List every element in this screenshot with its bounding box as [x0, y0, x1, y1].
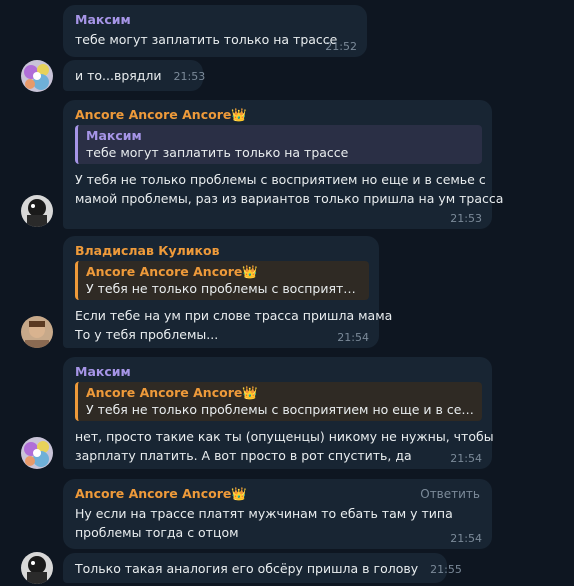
- avatar-vladislav[interactable]: [21, 316, 53, 348]
- avatar-maksim[interactable]: [21, 60, 53, 92]
- sender-name[interactable]: Максим: [75, 363, 482, 380]
- message-bubble[interactable]: Максим тебе могут заплатить только на тр…: [63, 5, 367, 57]
- message-text: Только такая аналогия его обсёру пришла …: [75, 559, 462, 579]
- message-bubble[interactable]: Ancore Ancore Ancore👑 Ответить Ну если н…: [63, 479, 492, 549]
- avatar-ancore[interactable]: [21, 552, 53, 584]
- message-text-content: и то...врядли: [75, 68, 162, 83]
- message-line: У тебя не только проблемы с восприятием …: [75, 172, 486, 187]
- message-line: Ну если на трассе платят мужчинам то еба…: [75, 506, 453, 521]
- reply-quote[interactable]: Максим тебе могут заплатить только на тр…: [75, 125, 482, 164]
- message-text: и то...врядли 21:53: [75, 66, 205, 86]
- sender-name[interactable]: Ancore Ancore Ancore👑: [75, 106, 482, 123]
- message-time: 21:55: [430, 563, 462, 576]
- chat-area[interactable]: Максим тебе могут заплатить только на тр…: [0, 0, 574, 586]
- reply-quote[interactable]: Ancore Ancore Ancore👑 У тебя не только п…: [75, 382, 482, 421]
- message-bubble[interactable]: Только такая аналогия его обсёру пришла …: [63, 553, 462, 583]
- quote-text: У тебя не только проблемы с восприятием.…: [86, 281, 361, 296]
- reply-quote[interactable]: Ancore Ancore Ancore👑 У тебя не только п…: [75, 261, 369, 300]
- message-line: проблемы тогда с отцом: [75, 525, 239, 540]
- sender-name[interactable]: Владислав Куликов: [75, 242, 369, 259]
- message-line: То у тебя проблемы...: [75, 327, 219, 342]
- avatar-image: [21, 195, 53, 227]
- message-time: 21:54: [337, 331, 369, 344]
- message-bubble[interactable]: Ancore Ancore Ancore👑 Максим тебе могут …: [63, 100, 504, 229]
- quote-sender: Ancore Ancore Ancore👑: [86, 385, 258, 400]
- message-text: тебе могут заплатить только на трассе: [75, 30, 357, 49]
- message-bubble[interactable]: Владислав Куликов Ancore Ancore Ancore👑 …: [63, 236, 393, 348]
- message-time: 21:52: [325, 40, 357, 53]
- avatar-maksim[interactable]: [21, 437, 53, 469]
- avatar-image: [21, 552, 53, 584]
- message-bubble[interactable]: Максим Ancore Ancore Ancore👑 У тебя не т…: [63, 357, 494, 469]
- avatar-image: [21, 60, 53, 92]
- message-line: зарплату платить. А вот просто в рот спу…: [75, 448, 412, 463]
- quote-sender: Ancore Ancore Ancore👑: [86, 264, 258, 279]
- message-line: Если тебе на ум при слове трасса пришла …: [75, 308, 393, 323]
- message-time: 21:54: [450, 452, 482, 465]
- quote-sender: Максим: [86, 128, 142, 143]
- sender-name[interactable]: Максим: [75, 11, 357, 28]
- message-time: 21:53: [450, 212, 482, 225]
- reply-button[interactable]: Ответить: [420, 487, 480, 501]
- message-text-content: Только такая аналогия его обсёру пришла …: [75, 561, 419, 576]
- quote-text: тебе могут заплатить только на трассе: [86, 145, 349, 160]
- avatar-image: [21, 316, 53, 348]
- quote-text: У тебя не только проблемы с восприятием …: [86, 402, 474, 417]
- message-line: нет, просто такие как ты (опущенцы) нико…: [75, 429, 494, 444]
- message-time: 21:53: [173, 70, 206, 83]
- message-line: мамой проблемы, раз из вариантов только …: [75, 191, 504, 206]
- message-time: 21:54: [450, 532, 482, 545]
- message-bubble[interactable]: и то...врядли 21:53: [63, 60, 205, 91]
- avatar-image: [21, 437, 53, 469]
- avatar-ancore[interactable]: [21, 195, 53, 227]
- message-text-content: тебе могут заплатить только на трассе: [75, 32, 338, 47]
